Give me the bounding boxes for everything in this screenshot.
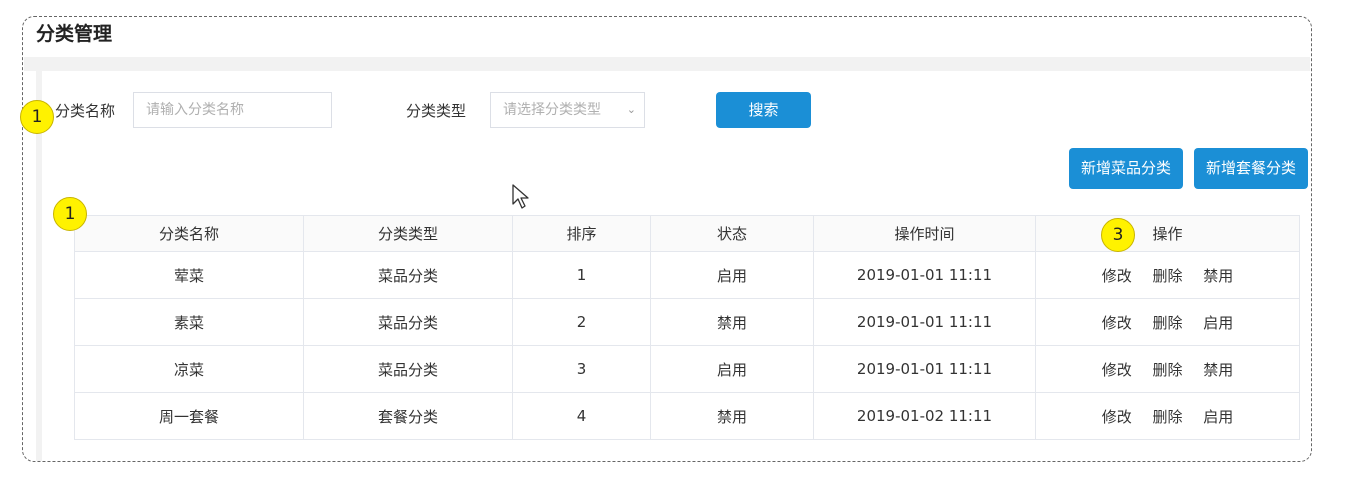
category-name-input[interactable]: 请输入分类名称 [133,92,332,128]
add-dish-category-button[interactable]: 新增菜品分类 [1069,148,1183,189]
table-row: 荤菜 菜品分类 1 启用 2019-01-01 11:11 修改 删除 禁用 [74,251,1300,299]
column-header-time: 操作时间 [813,215,1036,252]
chevron-down-icon: ⌄ [626,103,636,116]
cell-name: 周一套餐 [74,392,304,440]
cell-status: 禁用 [650,298,814,346]
table-row: 素菜 菜品分类 2 禁用 2019-01-01 11:11 修改 删除 启用 [74,298,1300,346]
toggle-status-link[interactable]: 禁用 [1203,265,1233,286]
cell-type: 菜品分类 [303,345,513,393]
header-divider [24,57,1310,71]
annotation-badge-actions: 3 [1101,218,1135,252]
delete-link[interactable]: 删除 [1152,359,1182,380]
cell-sort: 3 [512,345,651,393]
cell-sort: 1 [512,251,651,299]
cell-status: 启用 [650,345,814,393]
category-type-label: 分类类型 [406,102,467,120]
cell-name: 素菜 [74,298,304,346]
cell-name: 荤菜 [74,251,304,299]
cell-type: 菜品分类 [303,251,513,299]
search-button[interactable]: 搜索 [716,92,811,128]
cell-type: 套餐分类 [303,392,513,440]
table-row: 凉菜 菜品分类 3 启用 2019-01-01 11:11 修改 删除 禁用 [74,345,1300,393]
delete-link[interactable]: 删除 [1152,265,1182,286]
edit-link[interactable]: 修改 [1102,265,1132,286]
column-header-actions: 操作 [1035,215,1300,252]
cell-sort: 2 [512,298,651,346]
edit-link[interactable]: 修改 [1102,359,1132,380]
cell-status: 启用 [650,251,814,299]
cell-time: 2019-01-02 11:11 [813,392,1036,440]
add-set-category-button[interactable]: 新增套餐分类 [1194,148,1308,189]
cell-actions: 修改 删除 启用 [1035,392,1300,440]
cell-actions: 修改 删除 启用 [1035,298,1300,346]
cell-name: 凉菜 [74,345,304,393]
cell-status: 禁用 [650,392,814,440]
column-header-sort: 排序 [512,215,651,252]
mouse-cursor-icon [512,184,529,209]
cell-actions: 修改 删除 禁用 [1035,251,1300,299]
page-title: 分类管理 [36,23,113,45]
edit-link[interactable]: 修改 [1102,312,1132,333]
category-type-select[interactable]: 请选择分类类型 ⌄ [490,92,645,128]
cell-time: 2019-01-01 11:11 [813,345,1036,393]
cell-actions: 修改 删除 禁用 [1035,345,1300,393]
column-header-type: 分类类型 [303,215,513,252]
category-type-placeholder: 请选择分类类型 [503,102,601,118]
column-header-status: 状态 [650,215,814,252]
column-header-name: 分类名称 [74,215,304,252]
table-row: 周一套餐 套餐分类 4 禁用 2019-01-02 11:11 修改 删除 启用 [74,392,1300,440]
toggle-status-link[interactable]: 启用 [1203,406,1233,427]
edit-link[interactable]: 修改 [1102,406,1132,427]
annotation-badge-search: 1 [20,100,54,134]
cell-type: 菜品分类 [303,298,513,346]
toggle-status-link[interactable]: 禁用 [1203,359,1233,380]
cell-sort: 4 [512,392,651,440]
delete-link[interactable]: 删除 [1152,312,1182,333]
cell-time: 2019-01-01 11:11 [813,298,1036,346]
category-name-label: 分类名称 [55,102,116,120]
annotation-badge-table: 1 [53,197,87,231]
toggle-status-link[interactable]: 启用 [1203,312,1233,333]
cell-time: 2019-01-01 11:11 [813,251,1036,299]
delete-link[interactable]: 删除 [1152,406,1182,427]
